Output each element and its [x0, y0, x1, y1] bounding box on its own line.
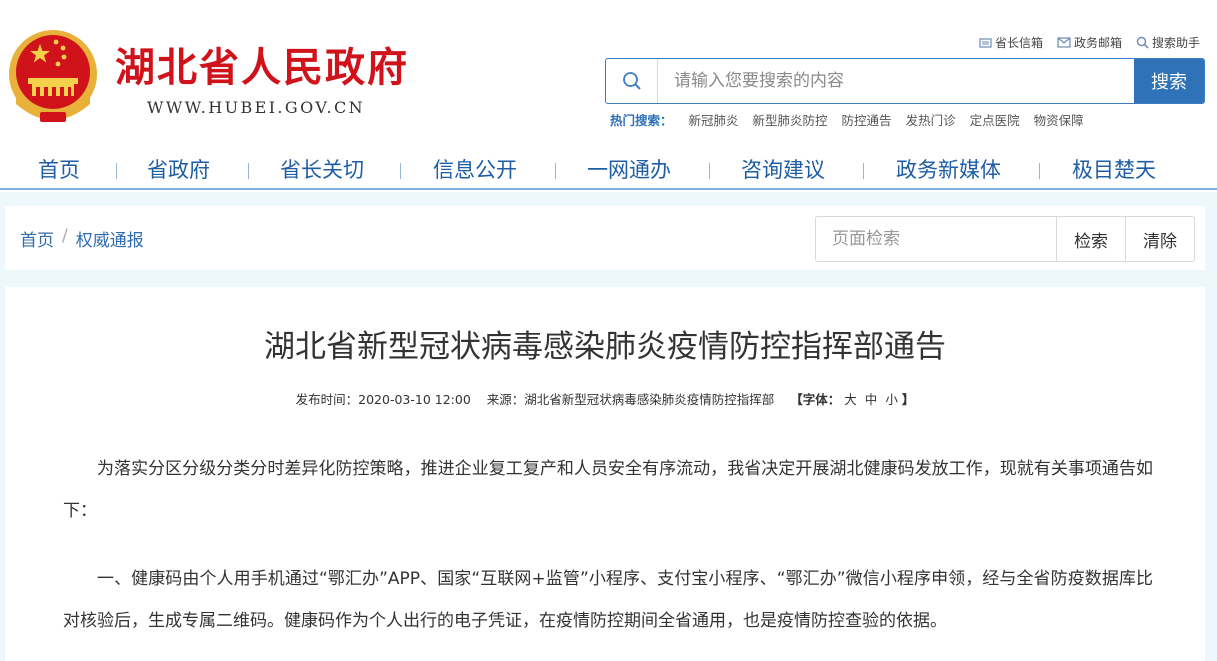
site-title[interactable]: 湖北省人民政府: [115, 42, 409, 94]
search-icon: [606, 59, 658, 103]
search-assistant-link[interactable]: 搜索助手: [1136, 34, 1200, 51]
nav-item-consultation[interactable]: 咨询建议: [741, 154, 825, 184]
font-size-large[interactable]: 大: [844, 392, 857, 407]
page-clear-button[interactable]: 清除: [1125, 217, 1194, 261]
article-title: 湖北省新型冠状病毒感染肺炎疫情防控指挥部通告: [264, 329, 946, 365]
article-paragraph: 一、健康码由个人用手机通过“鄂汇办”APP、国家“互联网+监管”小程序、支付宝小…: [63, 569, 1153, 631]
mailbox-icon: [979, 37, 992, 48]
hot-word-link[interactable]: 防控通告: [842, 110, 892, 129]
site-search-button[interactable]: 搜索: [1134, 59, 1204, 103]
breadcrumb-home[interactable]: 首页: [20, 226, 54, 251]
nav-item-one-stop-service[interactable]: 一网通办: [587, 154, 671, 184]
nav-item-governor-concerns[interactable]: 省长关切: [280, 154, 364, 184]
government-email-label: 政务邮箱: [1073, 36, 1122, 50]
font-label-close: 】: [901, 392, 915, 407]
hot-word-link[interactable]: 新型肺炎防控: [753, 110, 828, 129]
site-search-box: 搜索: [605, 58, 1205, 104]
nav-divider: [863, 163, 864, 179]
nav-divider: [1039, 163, 1040, 179]
nav-divider: [116, 163, 117, 179]
breadcrumb-bar: 首页 / 权威通报 检索 清除: [5, 206, 1205, 270]
hot-word-link[interactable]: 新冠肺炎: [689, 110, 739, 129]
governor-mailbox-label: 省长信箱: [994, 36, 1043, 50]
nav-item-provincial-government[interactable]: 省政府: [147, 154, 210, 184]
nav-item-home[interactable]: 首页: [38, 154, 80, 184]
font-size-small[interactable]: 小: [885, 392, 898, 407]
national-emblem-icon: [9, 30, 97, 122]
hot-searches: 热门搜索： 新冠肺炎 新型肺炎防控 防控通告 发热门诊 定点医院 物资保障: [610, 110, 1084, 129]
font-label-open: 【字体：: [790, 392, 841, 407]
government-email-link[interactable]: 政务邮箱: [1057, 34, 1122, 51]
article-source: 来源：湖北省新型冠状病毒感染肺炎疫情防控指挥部: [486, 392, 775, 407]
hot-searches-label: 热门搜索：: [610, 113, 673, 128]
breadcrumb: 首页 / 权威通报: [20, 226, 144, 251]
publish-time: 发布时间：2020-03-10 12:00: [295, 392, 471, 407]
font-size-control: 【字体：大中小】: [790, 392, 914, 407]
font-size-medium[interactable]: 中: [865, 392, 878, 407]
nav-divider: [709, 163, 710, 179]
top-links: 省长信箱 政务邮箱 搜索助手: [979, 34, 1200, 51]
article: 湖北省新型冠状病毒感染肺炎疫情防控指挥部通告 发布时间：2020-03-10 1…: [5, 287, 1205, 661]
breadcrumb-current[interactable]: 权威通报: [76, 226, 144, 251]
page-search-input[interactable]: [816, 217, 1056, 261]
nav-divider: [248, 163, 249, 179]
governor-mailbox-link[interactable]: 省长信箱: [979, 34, 1043, 51]
nav-divider: [555, 163, 556, 179]
page-search-button[interactable]: 检索: [1056, 217, 1125, 261]
nav-item-new-media[interactable]: 政务新媒体: [896, 154, 1001, 184]
search-assistant-label: 搜索助手: [1151, 36, 1200, 50]
hot-word-link[interactable]: 物资保障: [1034, 110, 1084, 129]
magnifier-icon: [1136, 36, 1149, 49]
hot-word-link[interactable]: 定点医院: [970, 110, 1020, 129]
article-meta: 发布时间：2020-03-10 12:00 来源：湖北省新型冠状病毒感染肺炎疫情…: [5, 389, 1205, 408]
site-header: 湖北省人民政府 WWW.HUBEI.GOV.CN 省长信箱 政务邮箱 搜索助手 …: [0, 0, 1217, 192]
hot-word-link[interactable]: 发热门诊: [906, 110, 956, 129]
page-search-box: 检索 清除: [815, 216, 1195, 262]
nav-item-information-disclosure[interactable]: 信息公开: [433, 154, 517, 184]
main-nav: 首页 省政府 省长关切 信息公开 一网通办 咨询建议 政务新媒体 极目楚天: [0, 150, 1217, 190]
site-search-input[interactable]: [658, 59, 1134, 103]
article-paragraph: 为落实分区分级分类分时差异化防控策略，推进企业复工复产和人员安全有序流动，我省决…: [63, 459, 1153, 521]
envelope-icon: [1057, 37, 1071, 48]
nav-divider: [400, 163, 401, 179]
breadcrumb-separator: /: [62, 226, 68, 246]
nav-item-jimu-chutian[interactable]: 极目楚天: [1072, 154, 1156, 184]
nav-underline: [0, 188, 1217, 190]
site-url: WWW.HUBEI.GOV.CN: [147, 98, 366, 117]
